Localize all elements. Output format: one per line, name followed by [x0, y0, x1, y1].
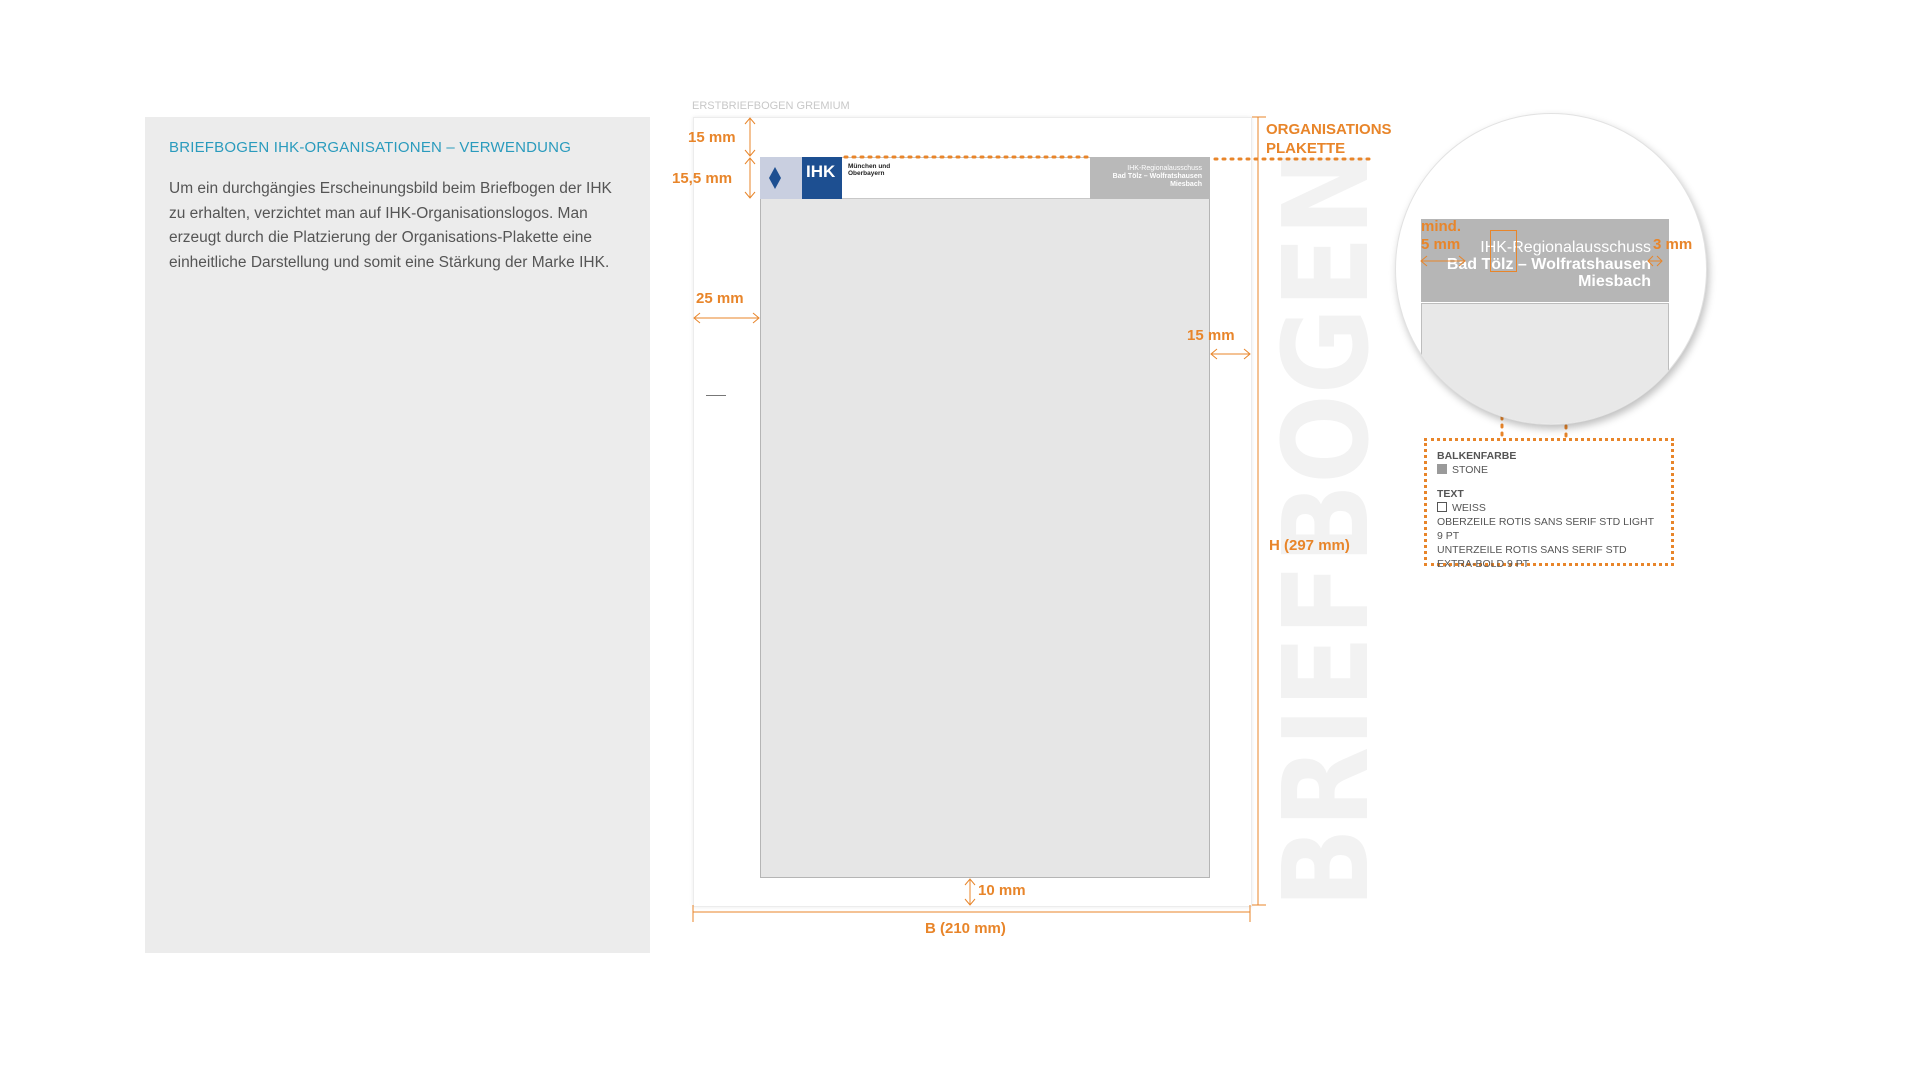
spec-box: BALKENFARBE STONE TEXT WEISS OBERZEILE R… [1424, 438, 1674, 570]
spec-bar-heading: BALKENFARBE [1437, 450, 1517, 462]
spec-upper-line: OBERZEILE ROTIS SANS SERIF STD LIGHT 9 P… [1437, 516, 1654, 542]
spec-lower-line: UNTERZEILE ROTIS SANS SERIF STD EXTRA-BO… [1437, 544, 1627, 570]
spec-text-color: WEISS [1437, 501, 1661, 515]
spec-bar-color-name: STONE [1452, 464, 1488, 476]
spec-bar-color: STONE [1437, 463, 1661, 477]
stone-swatch-icon [1437, 464, 1447, 474]
spec-text-heading: TEXT [1437, 488, 1464, 500]
spec-text-color-name: WEISS [1452, 502, 1486, 514]
white-swatch-icon [1437, 502, 1447, 512]
